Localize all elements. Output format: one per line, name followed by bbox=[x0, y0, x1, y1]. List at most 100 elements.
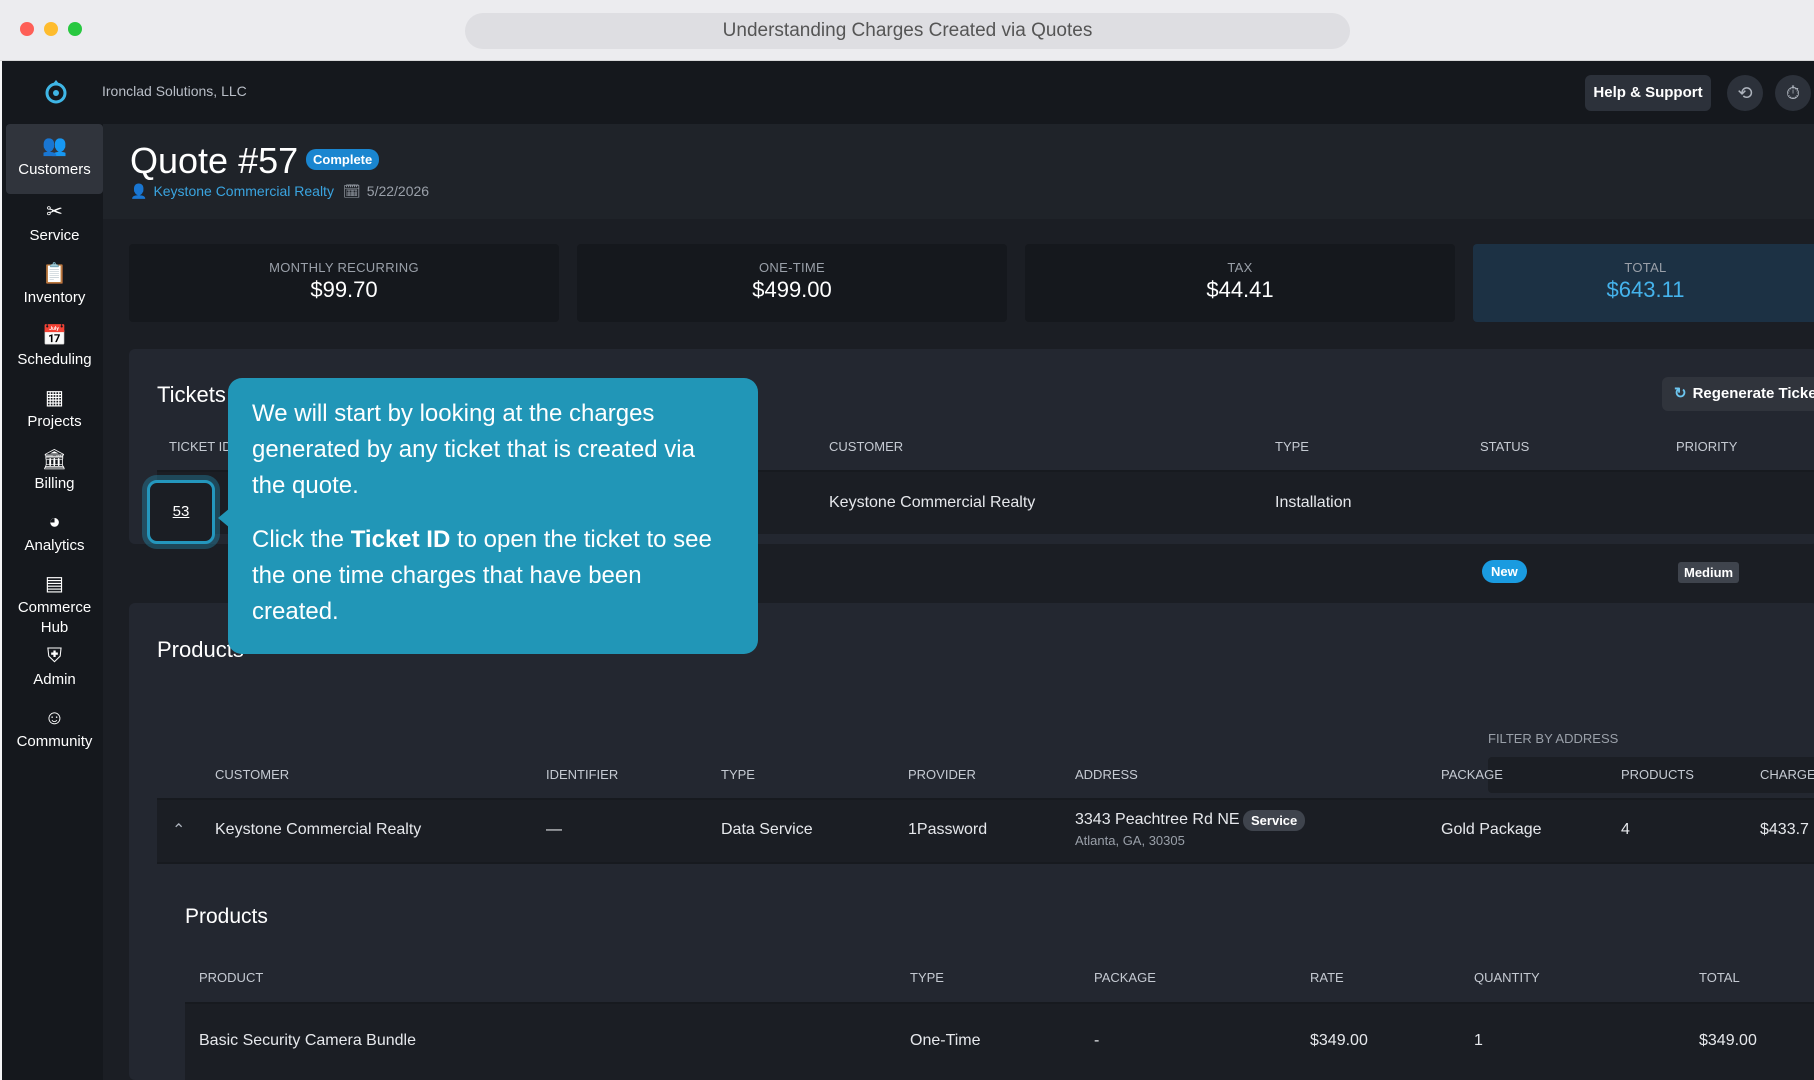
quote-date-value: 5/22/2026 bbox=[366, 183, 430, 199]
col-address: ADDRESS bbox=[1075, 767, 1138, 782]
tax-card: TAX $44.41 bbox=[1025, 244, 1455, 322]
maximize-window-button[interactable] bbox=[68, 22, 82, 36]
app-logo-icon[interactable] bbox=[42, 78, 70, 106]
sidebar-item-inventory[interactable]: 📋 Inventory bbox=[6, 252, 103, 322]
product-row-products: 4 bbox=[1621, 821, 1630, 838]
monthly-recurring-value: $99.70 bbox=[310, 277, 378, 302]
sidebar-item-community[interactable]: ☺ Community bbox=[6, 696, 103, 766]
close-window-button[interactable] bbox=[20, 22, 34, 36]
col-charge: CHARGE bbox=[1760, 767, 1814, 782]
one-time-card: ONE-TIME $499.00 bbox=[577, 244, 1007, 322]
ticket-type: Installation bbox=[1275, 494, 1352, 511]
sidebar-item-label: Projects bbox=[27, 413, 82, 430]
quote-customer-link[interactable]: 👤 Keystone Commercial Realty bbox=[130, 183, 334, 200]
sidebar-item-label: Customers bbox=[18, 161, 91, 178]
inner-row-rate: $349.00 bbox=[1310, 1032, 1368, 1049]
sidebar-item-service[interactable]: ✂ Service bbox=[6, 190, 103, 260]
inner-row-package: - bbox=[1094, 1032, 1100, 1049]
calendar-icon: 🗓 bbox=[343, 183, 361, 199]
address-service-badge: Service bbox=[1243, 810, 1306, 831]
col-status: STATUS bbox=[1480, 439, 1530, 454]
col-type: TYPE bbox=[910, 970, 944, 985]
quote-customer-name: Keystone Commercial Realty bbox=[153, 183, 334, 199]
calendar-icon: 📅 bbox=[42, 325, 67, 347]
sidebar-item-label: Billing bbox=[34, 475, 75, 492]
pie-chart-icon: ◕ bbox=[48, 511, 61, 533]
sidebar-item-commerce-hub[interactable]: ▤ Commerce Hub bbox=[6, 562, 103, 636]
quote-header: Quote #57 Complete 👤 Keystone Commercial … bbox=[103, 124, 1814, 219]
sidebar-item-label: Community bbox=[16, 733, 93, 750]
one-time-value: $499.00 bbox=[752, 277, 832, 302]
col-customer: CUSTOMER bbox=[829, 439, 904, 454]
col-rate: RATE bbox=[1310, 970, 1344, 985]
tooltip-text-2-pre: Click the bbox=[252, 526, 351, 553]
product-row-charge: $433.7 bbox=[1760, 821, 1809, 838]
sidebar-item-label: Service bbox=[29, 227, 80, 244]
tickets-title: Tickets bbox=[157, 382, 226, 407]
ticket-id-link[interactable]: 53 bbox=[147, 480, 215, 544]
timer-icon[interactable]: ⏱ bbox=[1775, 75, 1811, 111]
quote-status-badge: Complete bbox=[306, 149, 380, 170]
table-divider bbox=[157, 862, 1814, 864]
minimize-window-button[interactable] bbox=[44, 22, 58, 36]
product-row-type: Data Service bbox=[721, 821, 813, 838]
col-provider: PROVIDER bbox=[908, 767, 976, 782]
app-topbar: Ironclad Solutions, LLC Help & Support ⟲… bbox=[2, 61, 1814, 124]
inner-row-total: $349.00 bbox=[1699, 1032, 1757, 1049]
sidebar-item-customers[interactable]: 👥 Customers bbox=[6, 124, 103, 194]
sidebar-item-admin[interactable]: ⛨ Admin bbox=[6, 634, 103, 704]
product-row-identifier: — bbox=[546, 821, 562, 838]
inner-products-title: Products bbox=[185, 905, 268, 928]
tax-label: TAX bbox=[1227, 260, 1253, 275]
user-icon: 👤 bbox=[130, 183, 148, 199]
tax-value: $44.41 bbox=[1206, 277, 1274, 302]
regenerate-tickets-label: Regenerate Tickets bbox=[1692, 385, 1814, 402]
one-time-label: ONE-TIME bbox=[759, 260, 825, 275]
status-badge: New bbox=[1482, 560, 1527, 583]
browser-titlebar: Understanding Charges Created via Quotes bbox=[0, 0, 1814, 61]
product-row-address-line1: 3343 Peachtree Rd NE bbox=[1075, 811, 1240, 828]
admin-shield-icon: ⛨ bbox=[47, 645, 62, 667]
filter-by-address-label: FILTER BY ADDRESS bbox=[1488, 731, 1619, 746]
total-label: TOTAL bbox=[1624, 260, 1667, 275]
sidebar-item-label: Admin bbox=[33, 671, 76, 688]
total-value: $643.11 bbox=[1606, 277, 1685, 302]
inner-row-product: Basic Security Camera Bundle bbox=[199, 1032, 416, 1049]
monthly-recurring-card: MONTHLY RECURRING $99.70 bbox=[129, 244, 559, 322]
community-icon: ☺ bbox=[44, 707, 65, 729]
ticket-customer: Keystone Commercial Realty bbox=[829, 494, 1036, 511]
col-quantity: QUANTITY bbox=[1474, 970, 1540, 985]
priority-badge: Medium bbox=[1678, 562, 1740, 583]
bank-icon: 🏛 bbox=[41, 449, 68, 471]
history-icon[interactable]: ⟲ bbox=[1727, 75, 1763, 111]
projects-icon: ▦ bbox=[45, 387, 64, 409]
customers-icon: 👥 bbox=[42, 135, 67, 157]
col-priority: PRIORITY bbox=[1676, 439, 1738, 454]
table-row[interactable] bbox=[185, 1004, 1814, 1080]
sidebar-item-label: Commerce Hub bbox=[17, 599, 92, 636]
browser-window: Understanding Charges Created via Quotes… bbox=[0, 0, 1814, 1080]
sidebar-item-scheduling[interactable]: 📅 Scheduling bbox=[6, 314, 103, 384]
help-support-button[interactable]: Help & Support bbox=[1585, 75, 1711, 111]
sidebar: 👥 Customers ✂ Service 📋 Inventory 📅 Scheduling ▦… bbox=[2, 124, 103, 1080]
organization-name: Ironclad Solutions, LLC bbox=[102, 83, 247, 99]
sidebar-item-label: Inventory bbox=[23, 289, 86, 306]
refresh-icon: ↻ bbox=[1674, 385, 1687, 402]
col-type: TYPE bbox=[721, 767, 755, 782]
col-package: PACKAGE bbox=[1441, 767, 1503, 782]
product-row-package: Gold Package bbox=[1441, 821, 1542, 838]
sidebar-item-billing[interactable]: 🏛 Billing bbox=[6, 438, 103, 508]
tooltip-text-1: We will start by looking at the charges … bbox=[252, 400, 695, 499]
sidebar-item-analytics[interactable]: ◕ Analytics bbox=[6, 500, 103, 570]
col-type: TYPE bbox=[1275, 439, 1309, 454]
col-product: PRODUCT bbox=[199, 970, 264, 985]
col-total: TOTAL bbox=[1699, 970, 1740, 985]
service-icon: ✂ bbox=[46, 201, 63, 223]
chevron-up-icon[interactable]: ⌃ bbox=[172, 820, 185, 840]
regenerate-tickets-button[interactable]: ↻ Regenerate Tickets bbox=[1662, 377, 1814, 411]
sidebar-item-projects[interactable]: ▦ Projects bbox=[6, 376, 103, 446]
guide-tooltip: We will start by looking at the charges … bbox=[228, 378, 758, 654]
page-title: Quote #57 bbox=[130, 140, 299, 181]
inner-row-quantity: 1 bbox=[1474, 1032, 1483, 1049]
sidebar-item-label: Analytics bbox=[24, 537, 85, 554]
